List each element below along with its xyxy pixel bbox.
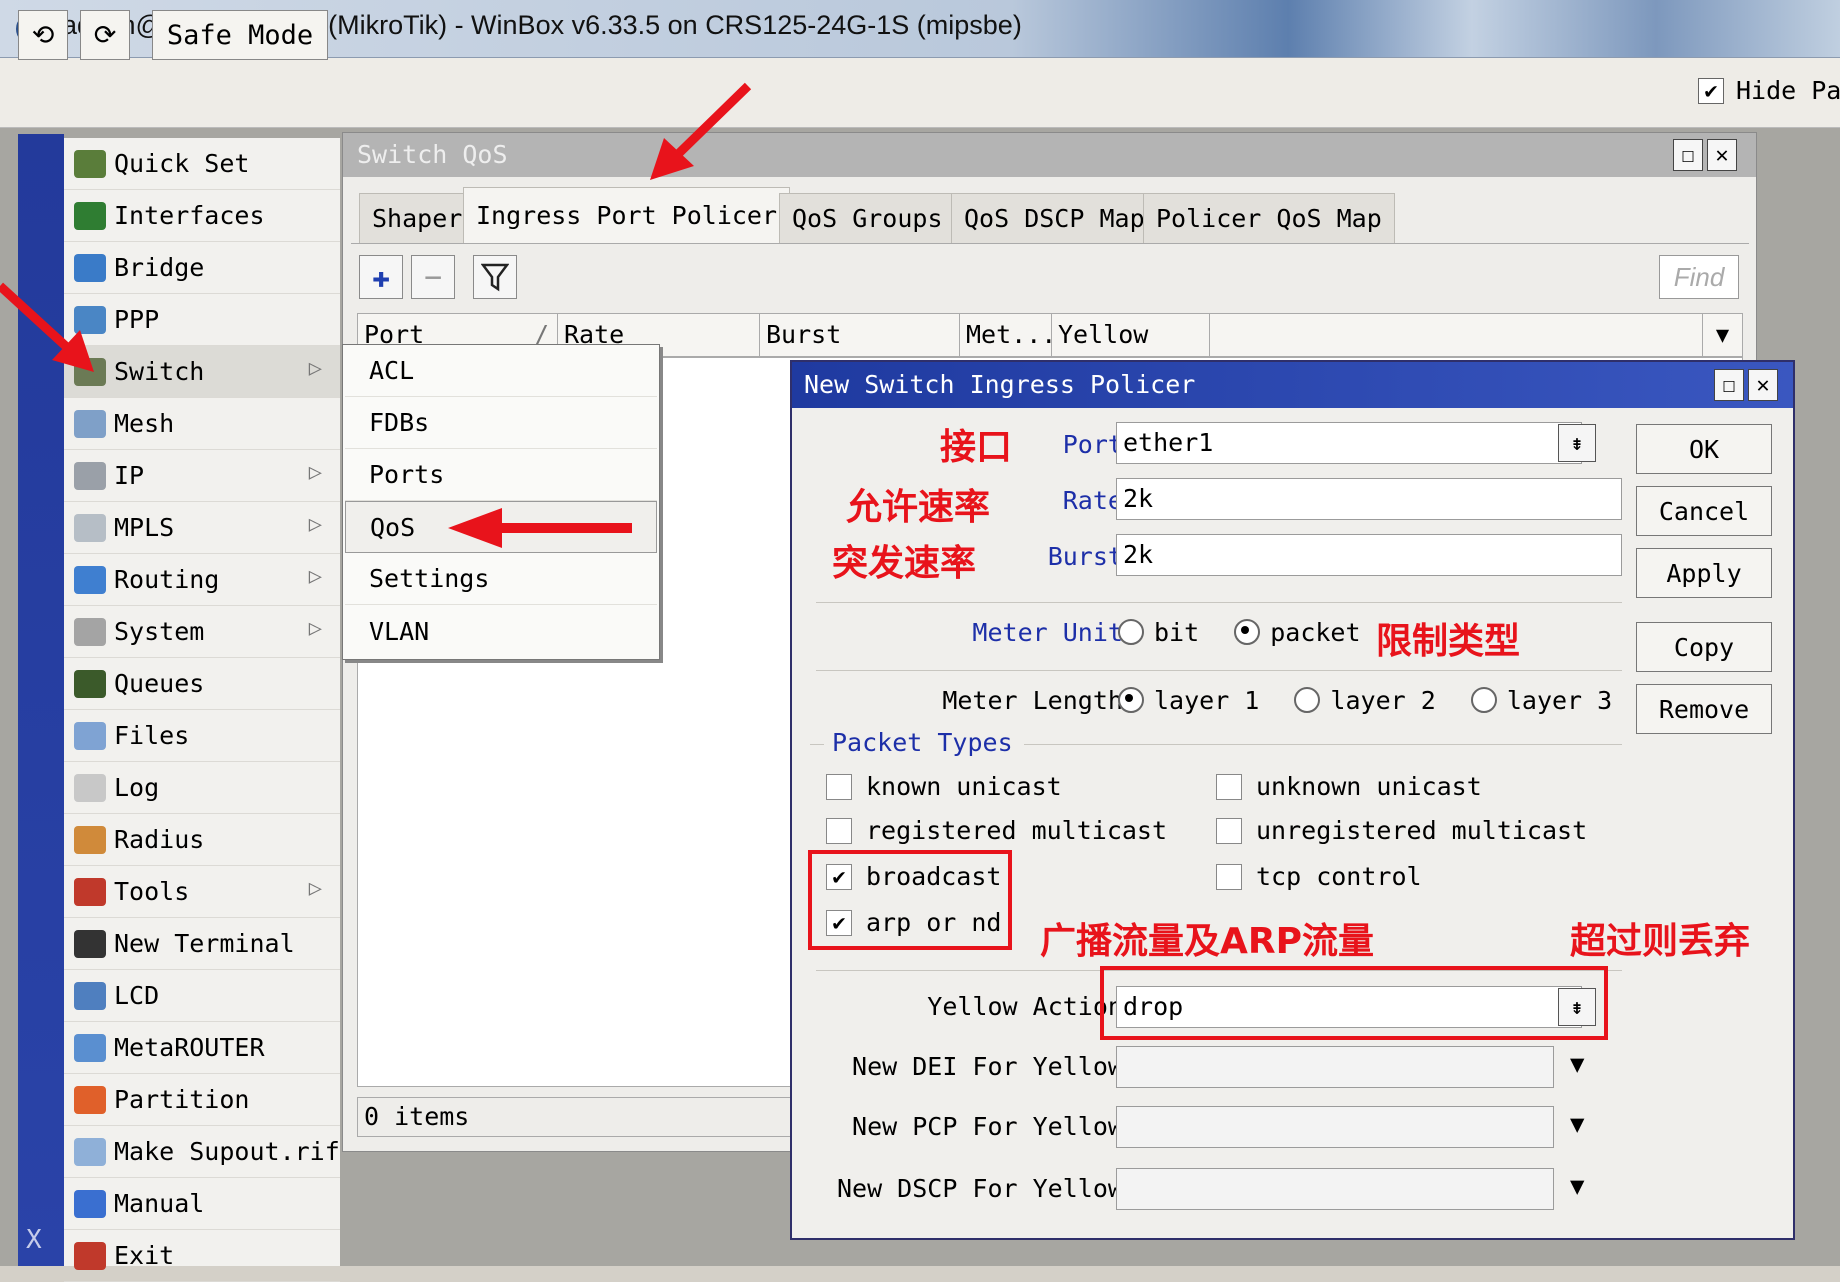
annotation-arrows [0,82,752,548]
arrow-to-switch [0,282,94,372]
arrow-to-qos [448,508,632,548]
arrow-to-ingress-tab [650,82,752,180]
